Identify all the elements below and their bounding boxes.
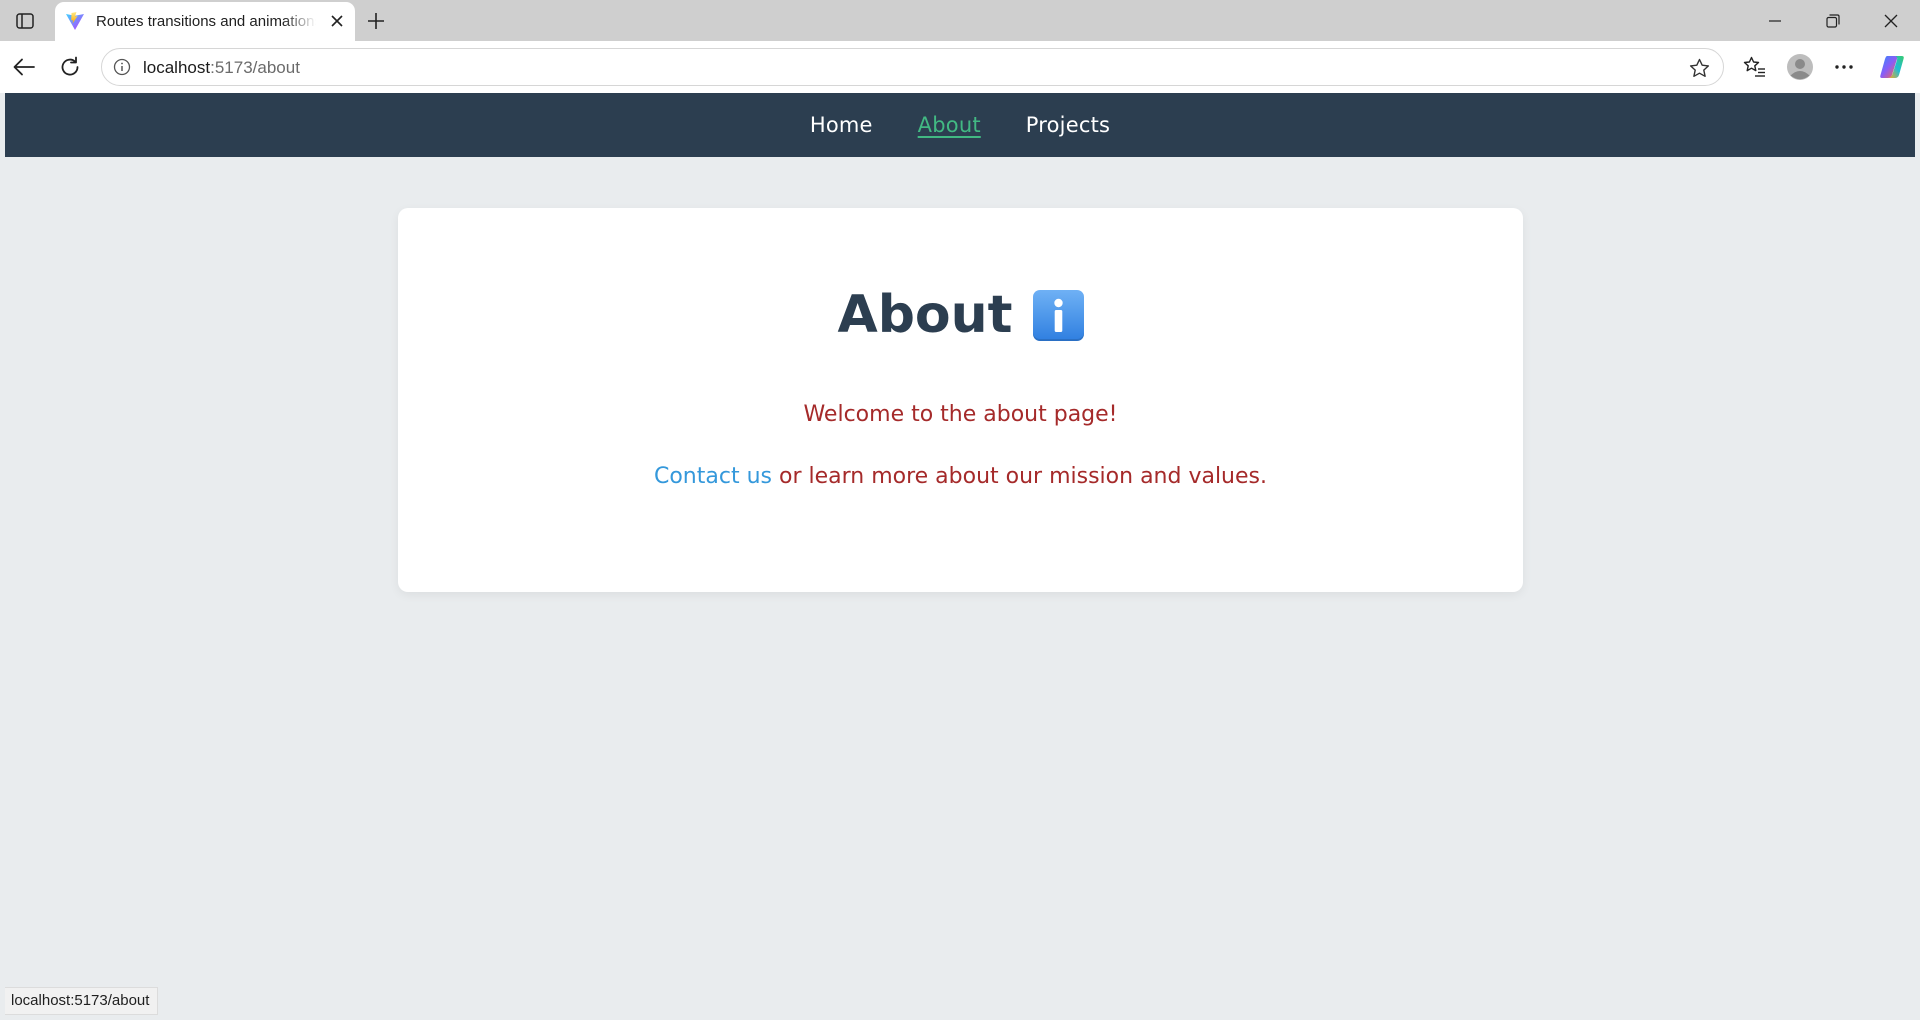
top-navigation: Home About Projects bbox=[5, 93, 1915, 157]
status-bar-url: localhost:5173/about bbox=[5, 987, 159, 1015]
address-bar[interactable]: localhost:5173/about bbox=[101, 48, 1724, 86]
page-viewport: Home About Projects About Welcome to the… bbox=[5, 93, 1915, 1016]
info-circle-icon bbox=[113, 58, 131, 76]
url-path: :5173/about bbox=[210, 58, 300, 77]
copilot-button[interactable] bbox=[1876, 51, 1908, 83]
page-title-text: About bbox=[837, 285, 1013, 345]
back-button[interactable] bbox=[8, 51, 40, 83]
tab-close-button[interactable] bbox=[327, 11, 347, 31]
close-window-button[interactable] bbox=[1868, 6, 1914, 36]
favorites-list-icon bbox=[1743, 56, 1765, 77]
arrow-left-icon bbox=[13, 58, 35, 76]
vite-logo-icon bbox=[66, 12, 84, 30]
nav-link-home[interactable]: Home bbox=[810, 111, 873, 139]
contact-paragraph-text: or learn more about our mission and valu… bbox=[771, 464, 1267, 489]
favorites-button[interactable] bbox=[1739, 51, 1771, 83]
browser-toolbar: localhost:5173/about bbox=[0, 41, 1920, 93]
information-emoji-icon bbox=[1032, 289, 1084, 341]
sidebar-toggle-icon bbox=[16, 13, 34, 29]
contact-paragraph: Contact us or learn more about our missi… bbox=[398, 462, 1523, 492]
avatar-icon bbox=[1787, 54, 1813, 80]
star-outline-icon bbox=[1689, 58, 1709, 77]
minimize-icon bbox=[1769, 20, 1781, 22]
url-host: localhost bbox=[143, 58, 211, 77]
about-card: About Welcome to the about page! Contact… bbox=[398, 208, 1523, 592]
copilot-icon bbox=[1880, 56, 1904, 78]
contact-us-link[interactable]: Contact us bbox=[654, 464, 772, 489]
plus-icon bbox=[368, 13, 384, 29]
close-icon bbox=[1884, 14, 1898, 28]
refresh-icon bbox=[61, 56, 79, 76]
site-info-button[interactable] bbox=[112, 57, 132, 77]
welcome-text: Welcome to the about page! bbox=[803, 402, 1118, 427]
restore-window-button[interactable] bbox=[1810, 6, 1856, 36]
nav-link-about[interactable]: About bbox=[918, 111, 981, 139]
new-tab-button[interactable] bbox=[362, 7, 390, 35]
browser-tab-strip: Routes transitions and animations bbox=[0, 0, 1920, 41]
minimize-window-button[interactable] bbox=[1752, 6, 1798, 36]
url-text[interactable]: localhost:5173/about bbox=[143, 57, 300, 79]
nav-link-projects[interactable]: Projects bbox=[1026, 111, 1110, 139]
reload-button[interactable] bbox=[54, 51, 86, 83]
tab-actions-menu-button[interactable] bbox=[10, 8, 40, 34]
close-icon bbox=[331, 15, 343, 27]
settings-and-more-button[interactable] bbox=[1828, 51, 1860, 83]
favorite-button[interactable] bbox=[1688, 57, 1710, 79]
browser-tab-active[interactable]: Routes transitions and animations bbox=[55, 2, 355, 41]
profile-button[interactable] bbox=[1784, 51, 1816, 83]
page-title: About bbox=[398, 280, 1523, 350]
restore-icon bbox=[1826, 14, 1840, 28]
more-horizontal-icon bbox=[1835, 65, 1853, 69]
tab-title: Routes transitions and animations bbox=[96, 13, 316, 30]
